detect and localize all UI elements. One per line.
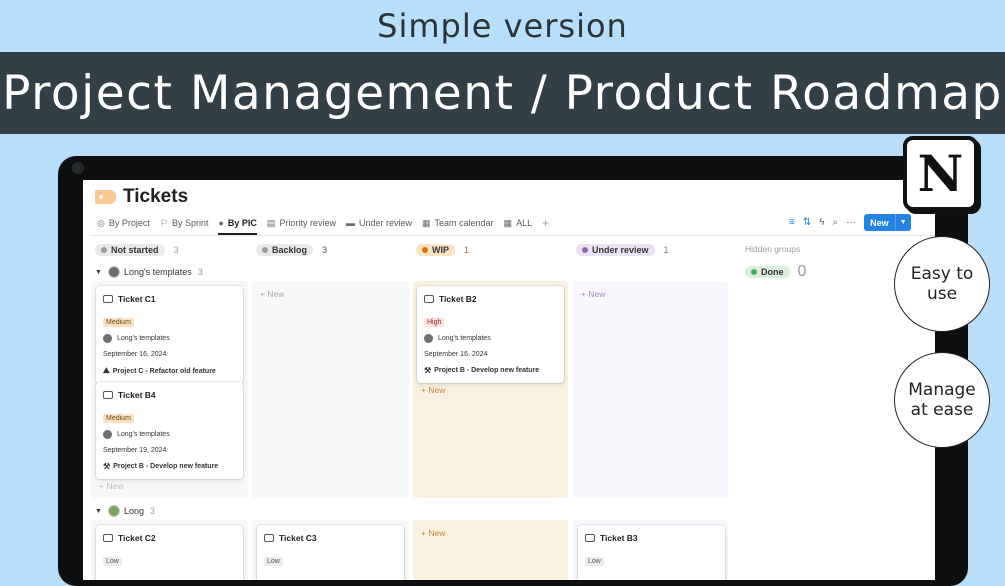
card-ticket-c2[interactable]: Ticket C2 Low xyxy=(96,525,243,580)
priority-badge: Medium xyxy=(103,414,134,423)
group-header-long[interactable]: ▼ Long 3 xyxy=(95,505,155,517)
card-ticket-b3[interactable]: Ticket B3 Low xyxy=(578,525,725,580)
board-icon: ▬ xyxy=(345,218,355,228)
search-icon[interactable]: ⌕ xyxy=(833,217,839,228)
avatar xyxy=(103,334,112,343)
new-item-button[interactable]: + New xyxy=(260,289,284,299)
caret-down-icon[interactable]: ▼ xyxy=(95,269,102,276)
card-ticket-c3[interactable]: Ticket C3 Low xyxy=(257,525,404,580)
table-icon: ▦ xyxy=(503,217,513,228)
divider xyxy=(91,235,935,236)
project-icon: ⛰ xyxy=(103,366,110,375)
project-icon: ⚒ xyxy=(103,462,111,471)
tab-priority-review[interactable]: ▤ Priority review xyxy=(267,214,336,232)
new-button[interactable]: New ▼ xyxy=(864,214,911,231)
title-banner: Project Management / Product Roadmap xyxy=(0,52,1005,134)
ticket-icon xyxy=(585,534,595,542)
status-dot xyxy=(582,246,588,253)
target-icon: ◎ xyxy=(97,217,105,228)
new-item-button[interactable]: + New xyxy=(421,528,445,538)
easy-to-use-bubble: Easy to use xyxy=(894,236,990,332)
avatar xyxy=(107,505,120,517)
runner-icon: ⚐ xyxy=(159,217,168,228)
add-view-icon[interactable]: + xyxy=(542,216,549,230)
group-header-longs-templates[interactable]: ▼ Long's templates 3 xyxy=(95,266,203,278)
ticket-icon xyxy=(103,534,113,542)
status-dot xyxy=(422,246,428,253)
tab-under-review[interactable]: ▬ Under review xyxy=(346,214,412,232)
notion-screen: Tickets ◎ By Project ⚐ By Sprint ● By PIC ▤… xyxy=(83,180,935,580)
tab-by-project[interactable]: ◎ By Project xyxy=(97,214,150,232)
column-cell-under-review xyxy=(573,281,728,498)
avatar xyxy=(103,430,112,439)
caret-down-icon[interactable]: ▼ xyxy=(95,508,102,515)
tab-by-pic[interactable]: ● By PIC xyxy=(218,214,258,235)
new-item-button[interactable]: + New xyxy=(421,385,445,395)
tab-all[interactable]: ▦ ALL xyxy=(504,214,533,232)
project-icon: ⚒ xyxy=(424,366,432,375)
status-dot xyxy=(262,246,268,253)
notion-logo: N xyxy=(903,136,978,211)
status-dot xyxy=(101,246,107,253)
date-field: September 19, 2024 xyxy=(103,447,167,454)
page-title: Tickets xyxy=(123,186,189,207)
calendar-icon: ▦ xyxy=(421,217,431,228)
hidden-group-done[interactable]: Done 0 xyxy=(745,263,806,281)
hidden-groups-label: Hidden groups xyxy=(745,244,801,254)
card-ticket-c1[interactable]: Ticket C1 Medium Long's templates Septem… xyxy=(96,286,243,384)
sort-icon[interactable]: ⇅ xyxy=(803,217,811,228)
date-field: September 16, 2024 xyxy=(103,351,167,358)
date-field: September 16, 2024 xyxy=(424,351,488,358)
column-header-backlog[interactable]: Backlog 3 xyxy=(256,241,327,258)
new-item-button[interactable]: + New xyxy=(99,481,123,491)
tag-icon xyxy=(95,190,116,204)
toolbar: ≡ ⇅ ϟ ⌕ ··· New ▼ xyxy=(789,214,911,231)
ticket-icon xyxy=(103,391,113,399)
more-icon[interactable]: ··· xyxy=(846,217,856,228)
page-header: Tickets xyxy=(95,186,188,208)
avatar xyxy=(424,334,433,343)
column-header-not-started[interactable]: Not started 3 xyxy=(95,241,179,258)
filter-icon[interactable]: ≡ xyxy=(789,217,795,228)
view-tabs: ◎ By Project ⚐ By Sprint ● By PIC ▤ Priority… xyxy=(97,214,549,235)
new-item-button[interactable]: + New xyxy=(581,289,605,299)
ticket-icon xyxy=(103,295,113,303)
person-icon: ● xyxy=(218,218,224,228)
column-cell-backlog xyxy=(252,281,409,498)
column-header-under-review[interactable]: Under review 1 xyxy=(576,241,669,258)
priority-badge: Medium xyxy=(103,318,134,327)
chevron-down-icon[interactable]: ▼ xyxy=(894,214,911,231)
tab-team-calendar[interactable]: ▦ Team calendar xyxy=(422,214,494,232)
ticket-icon xyxy=(264,534,274,542)
status-dot xyxy=(751,269,757,275)
table-icon: ▤ xyxy=(266,217,276,228)
top-caption: Simple version xyxy=(377,7,628,45)
card-ticket-b4[interactable]: Ticket B4 Medium Long's templates Septem… xyxy=(96,382,243,479)
camera-dot xyxy=(72,162,84,174)
avatar xyxy=(107,266,120,278)
manage-at-ease-bubble: Manage at ease xyxy=(894,352,990,448)
automation-icon[interactable]: ϟ xyxy=(819,217,824,228)
priority-badge: High xyxy=(424,318,445,327)
ticket-icon xyxy=(424,295,434,303)
column-header-wip[interactable]: WIP 1 xyxy=(416,241,469,258)
tab-by-sprint[interactable]: ⚐ By Sprint xyxy=(160,214,209,232)
card-ticket-b2[interactable]: Ticket B2 High Long's templates Septembe… xyxy=(417,286,564,383)
